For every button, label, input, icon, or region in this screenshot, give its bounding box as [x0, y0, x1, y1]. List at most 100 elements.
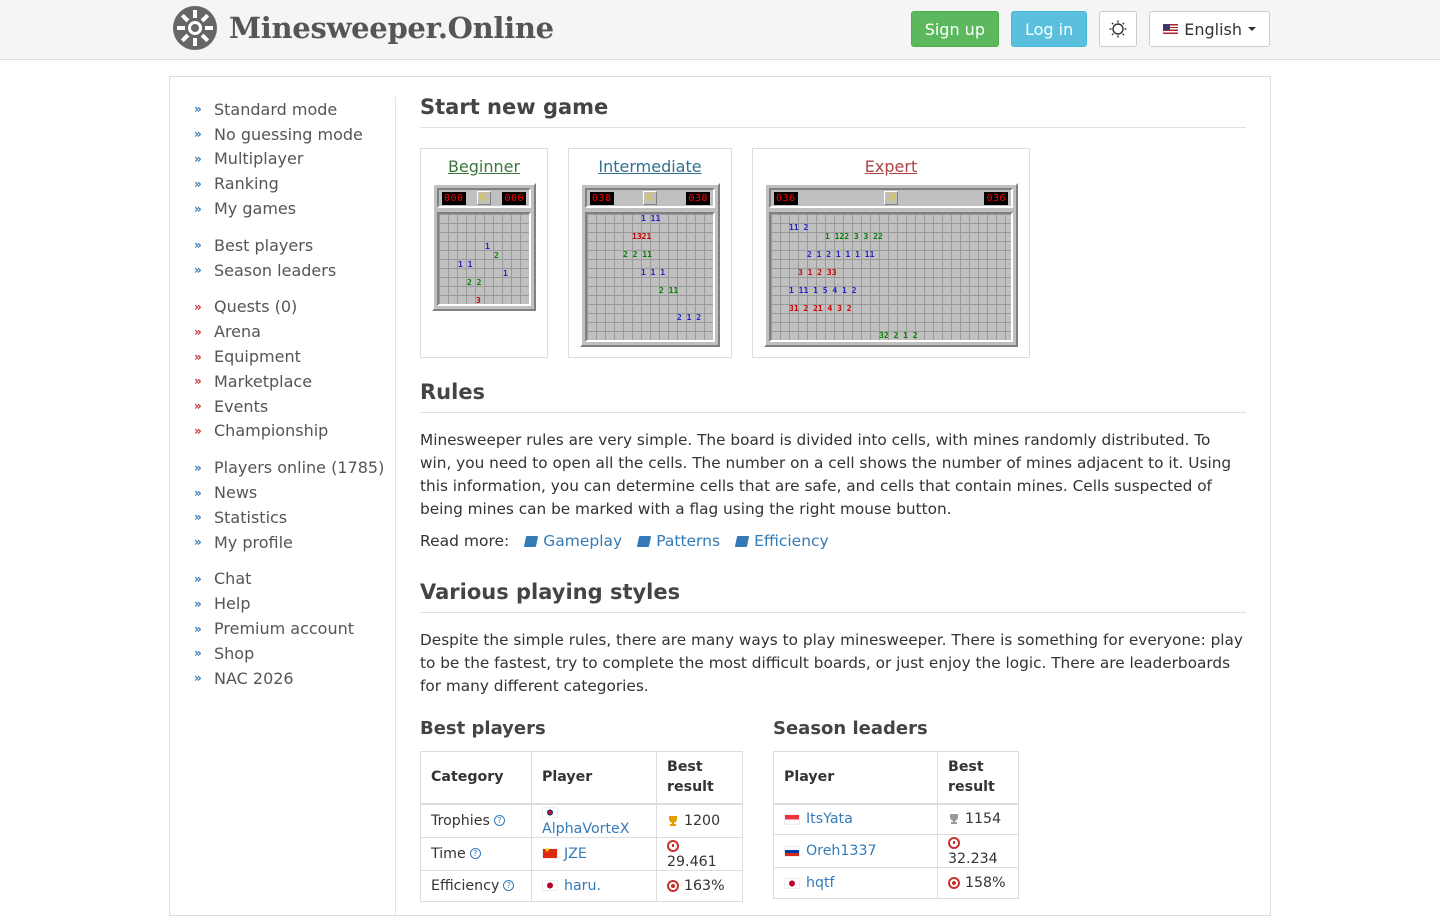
japan-flag-icon	[784, 877, 800, 889]
caret-down-icon	[1248, 27, 1256, 31]
sidebar-item-my-profile[interactable]: » My profile	[194, 530, 394, 555]
sidebar-item-arena[interactable]: » Arena	[194, 319, 394, 344]
sun-icon	[1109, 20, 1127, 38]
player-link[interactable]: ItsYata	[806, 811, 853, 827]
read-more-label: Read more:	[420, 532, 510, 550]
player-cell: AlphaVorteX	[531, 803, 657, 838]
sidebar-item-events[interactable]: » Events	[194, 394, 394, 419]
sidebar-item-chat[interactable]: » Chat	[194, 567, 394, 592]
category-cell: Efficiency?	[420, 869, 532, 902]
theme-toggle-button[interactable]	[1099, 11, 1138, 47]
sidebar-item-equipment[interactable]: » Equipment	[194, 344, 394, 369]
chevron-right-icon: »	[194, 349, 202, 364]
mine-counter: 000	[442, 191, 466, 205]
cell-digit: 2 1 2 1 1 1 11	[807, 250, 875, 259]
brand-title: Minesweeper.Online	[229, 11, 554, 45]
expert-link[interactable]: Expert	[764, 157, 1018, 176]
player-link[interactable]: JZE	[564, 846, 587, 862]
efficiency-link[interactable]: Efficiency	[734, 532, 829, 550]
intermediate-card[interactable]: Intermediate 038 ☺ 038 1 11 1321 2 2 11 …	[568, 148, 732, 358]
chevron-right-icon: »	[194, 127, 202, 142]
chevron-right-icon: »	[194, 646, 202, 661]
column-header-player: Player	[773, 751, 938, 805]
cell-digit: 2 2 11	[623, 250, 652, 259]
start-new-game-heading: Start new game	[420, 95, 1246, 128]
sidebar-item-shop[interactable]: » Shop	[194, 641, 394, 666]
beginner-board-preview[interactable]: 000 ☺ 000 1 2 1 1 2 2 3 1	[432, 183, 536, 311]
player-link[interactable]: haru.	[564, 878, 601, 894]
rules-text: Minesweeper rules are very simple. The b…	[420, 431, 1232, 518]
cell-digit: 1 122 3 3 22	[825, 232, 883, 241]
sign-up-button[interactable]: Sign up	[910, 11, 999, 47]
beginner-link[interactable]: Beginner	[432, 157, 536, 176]
log-in-button[interactable]: Log in	[1010, 11, 1088, 47]
sidebar-item-help[interactable]: » Help	[194, 591, 394, 616]
column-header-best-result: Best result	[656, 751, 743, 805]
player-link[interactable]: Oreh1337	[806, 843, 877, 859]
mine-counter: 038	[590, 191, 614, 205]
player-link[interactable]: AlphaVorteX	[542, 821, 629, 837]
chevron-right-icon: »	[194, 176, 202, 191]
mine-grid: 1 11 1321 2 2 11 1 1 1 2 11 2 1 2	[585, 212, 715, 342]
timer-counter: 000	[502, 191, 526, 205]
sidebar-item-championship[interactable]: » Championship	[194, 419, 394, 444]
book-icon	[734, 536, 750, 547]
sidebar-item-premium-account[interactable]: » Premium account	[194, 616, 394, 641]
sidebar-item-my-games[interactable]: » My games	[194, 196, 394, 221]
smiley-face-icon: ☺	[477, 191, 491, 205]
player-link[interactable]: hqtf	[806, 875, 835, 891]
sidebar-item-no-guessing-mode[interactable]: » No guessing mode	[194, 122, 394, 147]
chevron-right-icon: »	[194, 324, 202, 339]
player-cell: ItsYata	[773, 803, 938, 835]
intermediate-link[interactable]: Intermediate	[580, 157, 720, 176]
sidebar-item-best-players[interactable]: » Best players	[194, 233, 394, 258]
smiley-face-icon: ☺	[643, 191, 657, 205]
best-players-section: Best players Category Player Best result…	[420, 718, 743, 902]
menu-group-community: » Players online (1785) » News » Statistics…	[194, 455, 394, 554]
expert-board-preview[interactable]: 036 ☺ 036 11 2 1 122 3 3 22 2 1 2 1 1 1 …	[764, 183, 1018, 347]
clock-icon	[667, 839, 679, 852]
sidebar-item-ranking[interactable]: » Ranking	[194, 171, 394, 196]
language-dropdown[interactable]: English	[1149, 11, 1270, 47]
cell-digit: 2 2	[467, 278, 482, 287]
gameplay-link[interactable]: Gameplay	[524, 532, 622, 550]
menu-group-progress: » Quests (0) » Arena » Equipment » Marketpla…	[194, 295, 394, 444]
sidebar-item-news[interactable]: » News	[194, 480, 394, 505]
brand-link[interactable]: Minesweeper.Online	[172, 5, 554, 51]
intermediate-board-preview[interactable]: 038 ☺ 038 1 11 1321 2 2 11 1 1 1 2 11 2 …	[580, 183, 720, 347]
sidebar-divider	[395, 97, 396, 917]
category-cell: Time?	[420, 836, 532, 871]
sidebar-item-players-online[interactable]: » Players online (1785)	[194, 455, 394, 480]
top-navbar: Minesweeper.Online Sign up Log in Englis…	[0, 0, 1440, 60]
read-more-links: Read more: Gameplay Patterns Efficiency	[420, 532, 1246, 550]
chevron-right-icon: »	[194, 460, 202, 475]
cell-digit: 1321	[632, 232, 652, 241]
table-row: Efficiency? haru. 163%	[420, 869, 743, 902]
sidebar-item-standard-mode[interactable]: » Standard mode	[194, 97, 394, 122]
smiley-face-icon: ☺	[884, 191, 898, 205]
language-label: English	[1184, 19, 1242, 39]
result-cell: 158%	[937, 867, 1019, 899]
table-row: Oreh1337 32.234	[773, 834, 1019, 868]
china-flag-icon	[542, 846, 558, 859]
singapore-flag-icon	[784, 813, 800, 825]
expert-card[interactable]: Expert 036 ☺ 036 11 2 1 122 3 3 22 2 1 2…	[752, 148, 1030, 358]
beginner-card[interactable]: Beginner 000 ☺ 000 1 2 1 1 2 2 3 1	[420, 148, 548, 358]
chevron-right-icon: »	[194, 510, 202, 525]
trophy-silver-icon	[950, 814, 958, 825]
sidebar-item-statistics[interactable]: » Statistics	[194, 505, 394, 530]
clock-icon	[948, 837, 960, 849]
sidebar-item-multiplayer[interactable]: » Multiplayer	[194, 147, 394, 172]
cell-digit: 2 11	[659, 286, 679, 295]
main-content: Start new game Beginner 000 ☺ 000 1 2 1 …	[420, 95, 1246, 902]
help-icon[interactable]: ?	[469, 848, 481, 859]
us-flag-icon	[1163, 24, 1179, 34]
help-icon[interactable]: ?	[493, 815, 505, 826]
south-korea-flag-icon	[542, 807, 558, 818]
sidebar-item-season-leaders[interactable]: » Season leaders	[194, 258, 394, 283]
patterns-link[interactable]: Patterns	[637, 532, 720, 550]
sidebar-item-quests[interactable]: » Quests (0)	[194, 295, 394, 320]
sidebar-item-nac-2026[interactable]: » NAC 2026	[194, 666, 394, 691]
sidebar-item-marketplace[interactable]: » Marketplace	[194, 369, 394, 394]
help-icon[interactable]: ?	[503, 880, 515, 891]
